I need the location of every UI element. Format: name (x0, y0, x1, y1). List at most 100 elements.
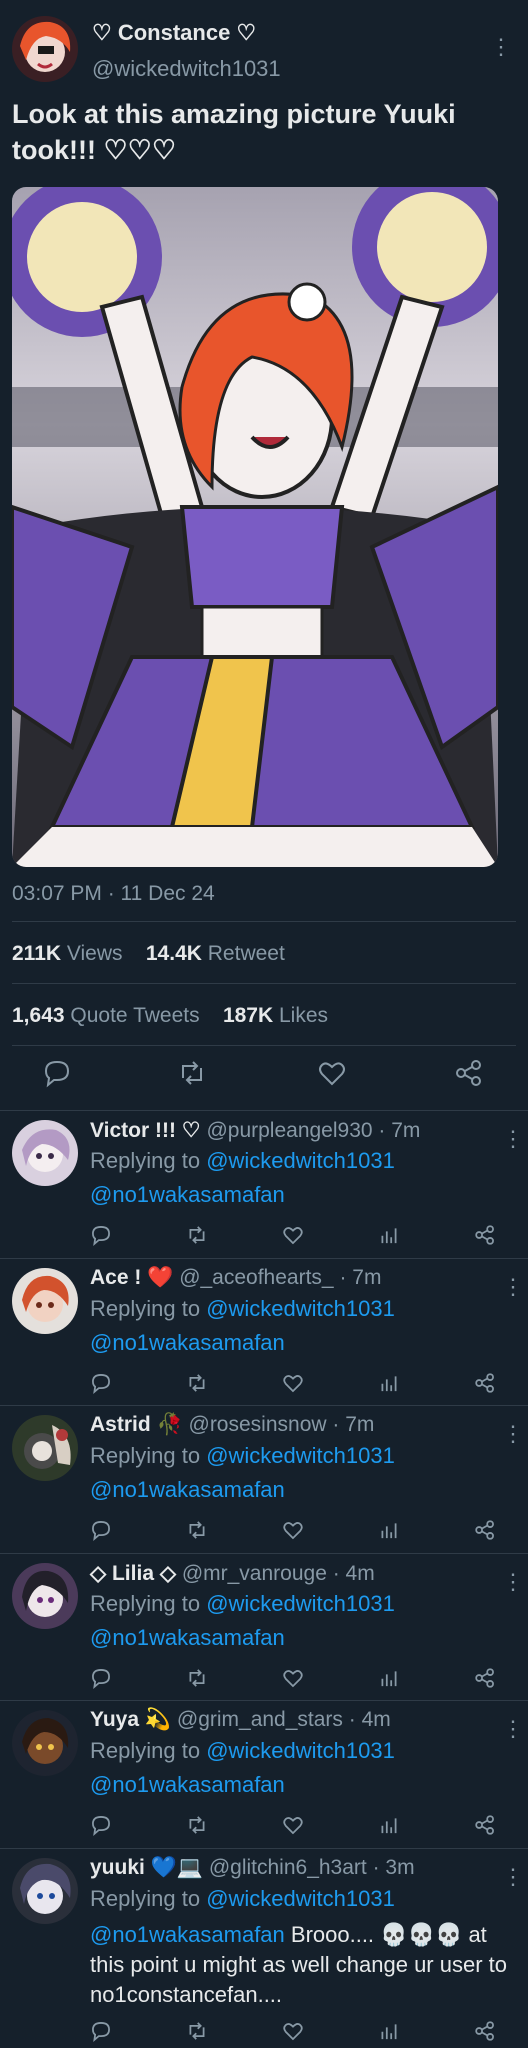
reply-item[interactable]: yuuki 💙💻 @glitchin6_h3art · 3m ⋮ Replyin… (0, 1850, 528, 2048)
retweet-icon[interactable] (186, 1372, 208, 1394)
divider (0, 1110, 528, 1111)
retweet-icon[interactable] (186, 1814, 208, 1836)
reply-author-name[interactable]: ◇ Lilia ◇ (90, 1562, 176, 1585)
analytics-icon[interactable] (378, 2020, 400, 2042)
share-icon[interactable] (454, 1058, 484, 1088)
reply-avatar[interactable] (12, 1415, 78, 1481)
replying-to-handle[interactable]: @wickedwitch1031 (206, 1886, 395, 1911)
share-icon[interactable] (474, 2020, 496, 2042)
reply-actions (90, 1372, 510, 1396)
author-name[interactable]: ♡ Constance ♡ (92, 20, 256, 46)
reply-author-name[interactable]: yuuki 💙💻 (90, 1856, 203, 1879)
reply-mention[interactable]: @no1wakasamafan (90, 1477, 285, 1502)
reply-author-handle[interactable]: @rosesinsnow (189, 1413, 327, 1436)
reply-avatar[interactable] (12, 1858, 78, 1924)
kebab-icon[interactable]: ⋮ (502, 1716, 524, 1742)
reply-text: @no1wakasamafan (90, 1330, 285, 1356)
reply-time: · 7m (378, 1119, 421, 1142)
reply-item[interactable]: Astrid 🥀 @rosesinsnow · 7m ⋮ Replying to… (0, 1407, 528, 1555)
retweet-icon[interactable] (186, 1224, 208, 1246)
reply-avatar[interactable] (12, 1268, 78, 1334)
reply-header: Ace ! ❤️ @_aceofhearts_ · 7m (90, 1266, 381, 1290)
reply-text: @no1wakasamafan (90, 1625, 285, 1651)
reply-item[interactable]: Ace ! ❤️ @_aceofhearts_ · 7m ⋮ Replying … (0, 1260, 528, 1408)
replying-to: Replying to @wickedwitch1031 (90, 1886, 395, 1912)
replying-to-label: Replying to (90, 1738, 201, 1763)
reply-author-name[interactable]: Yuya 💫 (90, 1708, 171, 1731)
reply-icon[interactable] (90, 1519, 112, 1541)
reply-avatar[interactable] (12, 1563, 78, 1629)
reply-mention[interactable]: @no1wakasamafan (90, 1922, 285, 1947)
replying-to-handle[interactable]: @wickedwitch1031 (206, 1148, 395, 1173)
share-icon[interactable] (474, 1519, 496, 1541)
analytics-icon[interactable] (378, 1224, 400, 1246)
replying-to-label: Replying to (90, 1443, 201, 1468)
kebab-icon[interactable]: ⋮ (502, 1569, 524, 1595)
like-icon[interactable] (282, 1667, 304, 1689)
kebab-icon[interactable]: ⋮ (502, 1421, 524, 1447)
replying-to-handle[interactable]: @wickedwitch1031 (206, 1591, 395, 1616)
quotes-count[interactable]: 1,643 (12, 1004, 65, 1027)
reply-author-name[interactable]: Victor !!! ♡ (90, 1119, 201, 1142)
divider (0, 1848, 528, 1849)
author-avatar[interactable] (12, 16, 78, 82)
like-icon[interactable] (282, 1519, 304, 1541)
like-icon[interactable] (282, 2020, 304, 2042)
reply-header: Yuya 💫 @grim_and_stars · 4m (90, 1708, 391, 1732)
share-icon[interactable] (474, 1372, 496, 1394)
reply-mention[interactable]: @no1wakasamafan (90, 1330, 285, 1355)
reply-icon[interactable] (90, 1667, 112, 1689)
like-icon[interactable] (317, 1058, 347, 1088)
share-icon[interactable] (474, 1667, 496, 1689)
replying-to-label: Replying to (90, 1148, 201, 1173)
analytics-icon[interactable] (378, 1667, 400, 1689)
reply-mention[interactable]: @no1wakasamafan (90, 1772, 285, 1797)
kebab-icon[interactable]: ⋮ (490, 34, 512, 60)
replying-to-handle[interactable]: @wickedwitch1031 (206, 1738, 395, 1763)
reply-icon[interactable] (42, 1058, 72, 1088)
reply-icon[interactable] (90, 2020, 112, 2042)
likes-count[interactable]: 187K (223, 1004, 273, 1027)
retweet-icon[interactable] (186, 1519, 208, 1541)
views-count[interactable]: 211K (12, 942, 61, 965)
retweets-count[interactable]: 14.4K (146, 942, 202, 965)
replying-to-handle[interactable]: @wickedwitch1031 (206, 1443, 395, 1468)
kebab-icon[interactable]: ⋮ (502, 1274, 524, 1300)
reply-author-handle[interactable]: @_aceofhearts_ (179, 1266, 333, 1289)
retweet-icon[interactable] (177, 1058, 207, 1088)
author-handle[interactable]: @wickedwitch1031 (92, 56, 281, 82)
reply-icon[interactable] (90, 1814, 112, 1836)
reply-author-handle[interactable]: @mr_vanrouge (182, 1562, 327, 1585)
reply-author-handle[interactable]: @grim_and_stars (177, 1708, 343, 1731)
share-icon[interactable] (474, 1224, 496, 1246)
like-icon[interactable] (282, 1372, 304, 1394)
kebab-icon[interactable]: ⋮ (502, 1864, 524, 1890)
kebab-icon[interactable]: ⋮ (502, 1126, 524, 1152)
reply-icon[interactable] (90, 1224, 112, 1246)
replying-to-handle[interactable]: @wickedwitch1031 (206, 1296, 395, 1321)
reply-avatar[interactable] (12, 1710, 78, 1776)
retweet-icon[interactable] (186, 1667, 208, 1689)
retweets-label: Retweet (207, 942, 285, 965)
like-icon[interactable] (282, 1224, 304, 1246)
analytics-icon[interactable] (378, 1372, 400, 1394)
analytics-icon[interactable] (378, 1814, 400, 1836)
reply-author-name[interactable]: Ace ! ❤️ (90, 1266, 173, 1289)
replying-to: Replying to @wickedwitch1031 (90, 1148, 395, 1174)
reply-item[interactable]: Victor !!! ♡ @purpleangel930 · 7m ⋮ Repl… (0, 1112, 528, 1260)
post-image[interactable] (12, 187, 498, 867)
reply-item[interactable]: Yuya 💫 @grim_and_stars · 4m ⋮ Replying t… (0, 1702, 528, 1850)
reply-avatar[interactable] (12, 1120, 78, 1186)
reply-item[interactable]: ◇ Lilia ◇ @mr_vanrouge · 4m ⋮ Replying t… (0, 1555, 528, 1703)
retweet-icon[interactable] (186, 2020, 208, 2042)
like-icon[interactable] (282, 1814, 304, 1836)
reply-author-handle[interactable]: @purpleangel930 (206, 1119, 372, 1142)
reply-author-handle[interactable]: @glitchin6_h3art (209, 1856, 367, 1879)
analytics-icon[interactable] (378, 1519, 400, 1541)
reply-mention[interactable]: @no1wakasamafan (90, 1182, 285, 1207)
reply-author-name[interactable]: Astrid 🥀 (90, 1413, 183, 1436)
reply-icon[interactable] (90, 1372, 112, 1394)
share-icon[interactable] (474, 1814, 496, 1836)
reply-mention[interactable]: @no1wakasamafan (90, 1625, 285, 1650)
replying-to: Replying to @wickedwitch1031 (90, 1443, 395, 1469)
